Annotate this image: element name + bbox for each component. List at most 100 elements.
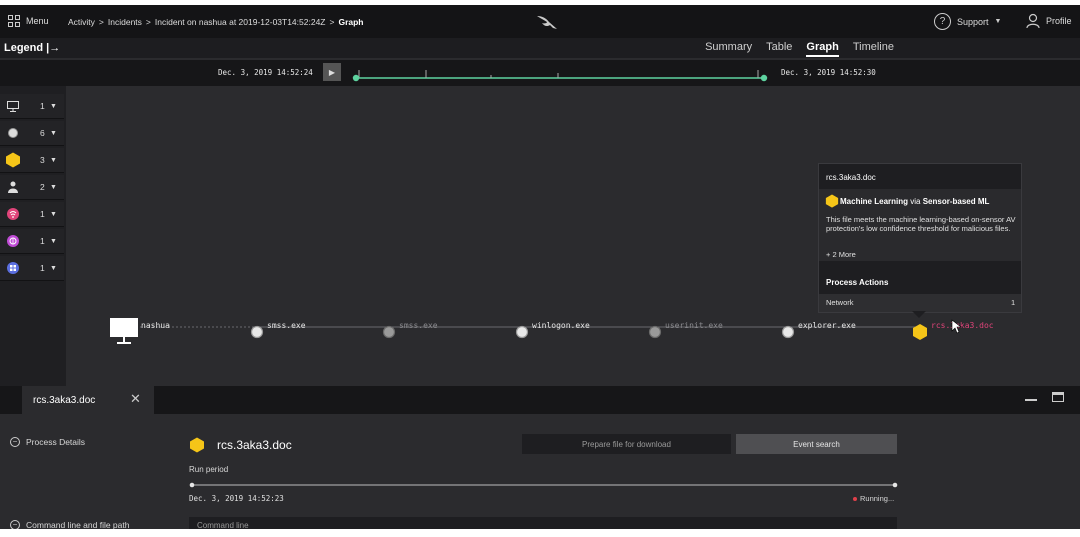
profile-label: Profile — [1046, 16, 1072, 26]
more-detections-link[interactable]: + 2 More — [826, 250, 856, 259]
hexagon-icon — [913, 324, 927, 340]
legend-count: 1 — [40, 101, 45, 111]
chevron-down-icon: ▼ — [50, 264, 57, 272]
detection-summary: Machine Learning via Sensor-based ML Thi… — [819, 189, 1021, 261]
menu-button[interactable]: Menu — [8, 15, 49, 27]
breadcrumb: Activity > Incidents > Incident on nashu… — [68, 17, 364, 27]
grid-menu-icon — [8, 15, 20, 27]
support-label: Support — [957, 16, 989, 27]
hexagon-icon — [190, 437, 204, 453]
process-node[interactable]: smss.exe — [382, 321, 438, 339]
run-period-bar — [189, 482, 898, 488]
network-count: 1 — [1011, 298, 1016, 307]
graph-node-label: nashua — [141, 321, 170, 330]
panel-tab-bar — [0, 386, 1080, 414]
breadcrumb-separator: > — [145, 17, 151, 27]
graph-node-label: smss.exe — [267, 321, 306, 330]
play-button[interactable]: ▶ — [323, 63, 341, 81]
view-header — [66, 38, 1080, 58]
legend-item-app[interactable]: 1 ▼ — [0, 256, 64, 281]
tab-timeline[interactable]: Timeline — [853, 41, 894, 57]
breadcrumb-separator: > — [329, 17, 335, 27]
graph-node-label: smss.exe — [399, 321, 438, 330]
legend-item-detection[interactable]: 3 ▼ — [0, 148, 64, 173]
breadcrumb-incidents[interactable]: Incidents — [108, 17, 142, 27]
cmdline-section[interactable]: − Command line and file path — [10, 520, 129, 529]
network-action-row[interactable]: Network 1 — [819, 294, 1021, 312]
top-nav-bar: Menu Activity > Incidents > Incident on … — [0, 5, 1080, 38]
process-name: rcs.3aka3.doc — [217, 438, 292, 452]
legend-count: 2 — [40, 182, 45, 192]
breadcrumb-activity[interactable]: Activity — [68, 17, 95, 27]
legend-count: 1 — [40, 209, 45, 219]
process-node[interactable]: explorer.exe — [781, 321, 856, 339]
process-actions-title: Process Actions — [826, 278, 889, 287]
process-details-section[interactable]: − Process Details — [10, 437, 85, 447]
network-label: Network — [826, 298, 854, 307]
maximize-icon[interactable] — [1052, 392, 1064, 402]
legend-toggle[interactable]: Legend |→ — [0, 38, 66, 58]
hexagon-icon — [825, 194, 839, 208]
section-label: Command line and file path — [26, 520, 130, 529]
legend-item-network[interactable]: 1 ▼ — [0, 202, 64, 227]
monitor-icon — [110, 318, 138, 337]
close-icon[interactable]: ✕ — [130, 391, 141, 407]
timeline-end-time: Dec. 3, 2019 14:52:30 — [781, 68, 876, 77]
view-tabs: Summary Table Graph Timeline — [705, 41, 894, 57]
collapse-icon: − — [10, 520, 20, 529]
hexagon-icon — [5, 152, 21, 168]
timeline-start-time: Dec. 3, 2019 14:52:24 — [218, 68, 313, 77]
run-status-label: Running... — [860, 494, 895, 503]
legend-item-process[interactable]: 6 ▼ — [0, 121, 64, 146]
timeline-end-handle[interactable] — [760, 74, 768, 82]
legend-spacer — [0, 60, 66, 86]
legend-item-dns[interactable]: 1 ▼ — [0, 229, 64, 254]
chevron-down-icon: ▼ — [50, 156, 57, 164]
minimize-icon[interactable] — [1025, 399, 1037, 401]
circle-icon — [515, 325, 529, 339]
run-status: Running... — [853, 494, 894, 503]
legend-count: 1 — [40, 263, 45, 273]
circle-icon — [781, 325, 795, 339]
run-start-marker — [189, 482, 195, 488]
breadcrumb-incident[interactable]: Incident on nashua at 2019-12-03T14:52:2… — [155, 17, 326, 27]
panel-tab-process[interactable]: rcs.3aka3.doc ✕ — [22, 386, 154, 414]
detection-tooltip: rcs.3aka3.doc Machine Learning via Senso… — [818, 163, 1022, 313]
legend-item-host[interactable]: 1 ▼ — [0, 94, 64, 119]
legend-count: 6 — [40, 128, 45, 138]
tab-graph[interactable]: Graph — [806, 41, 839, 57]
timeline-scrubber[interactable] — [350, 67, 770, 83]
process-node[interactable]: smss.exe — [250, 321, 306, 339]
legend-item-user[interactable]: 2 ▼ — [0, 175, 64, 200]
circle-icon — [648, 325, 662, 339]
process-details-panel — [0, 414, 1080, 529]
graph-node-label: rcs.3aka3.doc — [931, 321, 994, 330]
help-icon: ? — [934, 13, 951, 30]
legend-panel: 1 ▼ 6 ▼ 3 ▼ 2 ▼ 1 ▼ 1 ▼ 1 ▼ — [0, 86, 66, 386]
process-node[interactable]: userinit.exe — [648, 321, 723, 339]
breadcrumb-graph: Graph — [338, 17, 364, 27]
event-search-button[interactable]: Event search — [736, 434, 897, 454]
app-icon — [5, 260, 21, 276]
section-label: Process Details — [26, 437, 86, 447]
tab-summary[interactable]: Summary — [705, 41, 752, 57]
tooltip-title: rcs.3aka3.doc — [826, 173, 876, 182]
run-start-time: Dec. 3, 2019 14:52:23 — [189, 494, 284, 503]
process-node[interactable]: winlogon.exe — [515, 321, 590, 339]
profile-menu[interactable]: Profile — [1026, 13, 1072, 29]
tab-table[interactable]: Table — [766, 41, 792, 57]
breadcrumb-separator: > — [98, 17, 104, 27]
graph-node-label: explorer.exe — [798, 321, 856, 330]
chevron-down-icon: ▼ — [50, 210, 57, 218]
chevron-down-icon: ▼ — [50, 129, 57, 137]
graph-node-label: winlogon.exe — [532, 321, 590, 330]
timeline-start-handle[interactable] — [352, 74, 360, 82]
legend-count: 3 — [40, 155, 45, 165]
play-icon: ▶ — [328, 67, 336, 77]
prepare-download-button[interactable]: Prepare file for download — [522, 434, 731, 454]
host-node[interactable]: nashua — [110, 318, 170, 344]
chevron-down-icon: ▼ — [994, 18, 1002, 25]
circle-icon — [382, 325, 396, 339]
support-menu[interactable]: ? Support ▼ — [934, 13, 1001, 30]
os-taskbar — [0, 529, 1080, 537]
